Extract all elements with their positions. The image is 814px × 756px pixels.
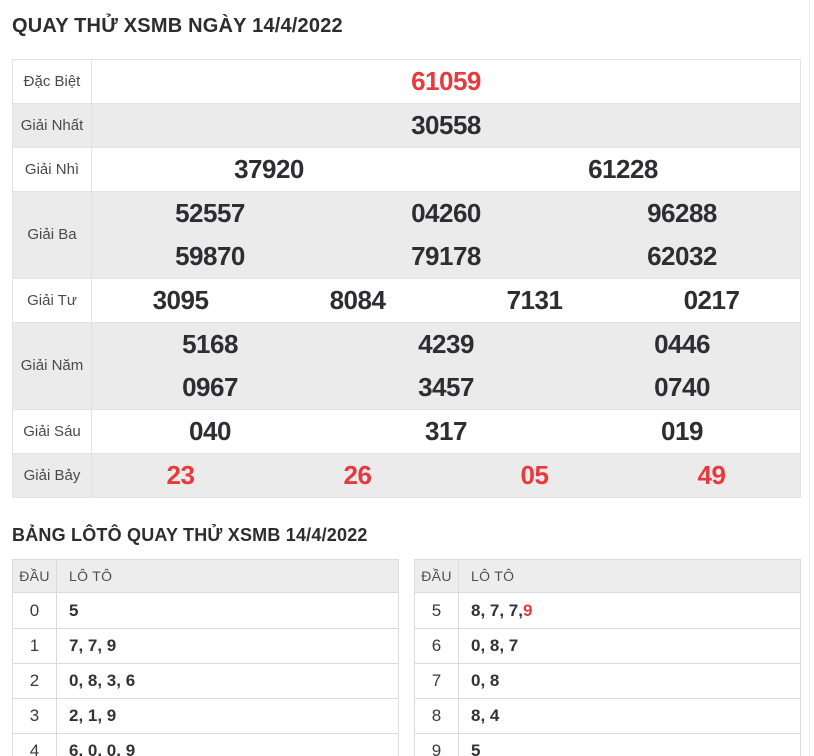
loto-row: 9 5 [415,733,800,756]
prize-number: 26 [343,460,372,490]
prize-number: 52557 [175,198,245,228]
dau-value: 3 [13,699,57,733]
prize-number: 3457 [418,372,474,402]
prize-number: 8084 [329,285,386,315]
prize-number: 3095 [152,285,209,315]
column-header-loto: LÔ TÔ [471,568,515,584]
loto-value: 0, 8 [471,671,500,690]
prize-values: 61059 [92,60,800,103]
prize-number: 79178 [411,241,481,271]
prize-number: 23 [166,460,195,490]
prize-number: 37920 [234,154,304,184]
dau-value: 1 [13,629,57,663]
loto-section-title: BẢNG LÔTÔ QUAY THỬ XSMB 14/4/2022 [12,525,368,545]
prize-label: Đặc Biệt [13,60,92,103]
loto-value: 2, 1, 9 [69,706,117,725]
prize-row-giai-bay: Giải Bảy 23 26 05 49 [13,454,800,497]
loto-row: 3 2, 1, 9 [13,698,398,733]
loto-value: 5 [69,600,79,620]
prize-row-giai-nam: Giải Năm 5168 4239 0446 0967 3457 0740 [13,323,800,410]
loto-value: 7, 7, 9 [69,636,117,655]
column-header-dau: ĐẦU [415,560,459,592]
page-edge-divider [809,0,810,756]
prize-label: Giải Ba [13,192,92,278]
prize-values: 30558 [92,104,800,147]
loto-table-left: ĐẦU LÔ TÔ 0 5 1 7, 7, 9 2 0, 8, 3, 6 3 2… [12,559,399,756]
prize-row-giai-tu: Giải Tư 3095 8084 7131 0217 [13,279,800,323]
prize-number: 0967 [182,372,238,402]
loto-value-normal: 8, 7, 7, [471,600,523,620]
prize-label: Giải Nhất [13,104,92,147]
loto-row: 0 5 [13,593,398,628]
loto-tables: ĐẦU LÔ TÔ 0 5 1 7, 7, 9 2 0, 8, 3, 6 3 2… [12,559,801,756]
loto-table-header: ĐẦU LÔ TÔ [415,560,800,593]
prize-number: 0217 [683,285,740,315]
dau-value: 0 [13,593,57,628]
prize-values: 52557 04260 96288 59870 79178 62032 [92,192,800,278]
column-header-dau: ĐẦU [13,560,57,592]
loto-row: 2 0, 8, 3, 6 [13,663,398,698]
prize-number: 7131 [506,285,563,315]
prize-values: 37920 61228 [92,148,800,191]
dau-value: 6 [415,629,459,663]
dau-value: 2 [13,664,57,698]
loto-value: 8, 7, 7, 9 [459,593,800,628]
prize-row-giai-nhi: Giải Nhì 37920 61228 [13,148,800,192]
prize-label: Giải Nhì [13,148,92,191]
prize-row-dac-biet: Đặc Biệt 61059 [13,60,800,104]
prize-number: 5168 [182,329,238,359]
prize-row-giai-nhat: Giải Nhất 30558 [13,104,800,148]
prize-number: 30558 [411,110,481,140]
prize-row-giai-ba: Giải Ba 52557 04260 96288 59870 79178 62… [13,192,800,279]
prize-number: 49 [697,460,726,490]
dau-value: 9 [415,734,459,756]
prize-label: Giải Bảy [13,454,92,497]
prize-number: 04260 [411,198,481,228]
dau-value: 4 [13,734,57,756]
prize-number: 4239 [418,329,474,359]
loto-row: 6 0, 8, 7 [415,628,800,663]
prize-row-giai-sau: Giải Sáu 040 317 019 [13,410,800,454]
dau-value: 7 [415,664,459,698]
loto-row: 8 8, 4 [415,698,800,733]
prize-values: 3095 8084 7131 0217 [92,279,800,322]
loto-value: 6, 0, 0, 9 [69,741,136,756]
results-table: Đặc Biệt 61059 Giải Nhất 30558 Giải Nhì … [12,59,801,498]
loto-value: 0, 8, 7 [471,636,519,655]
prize-number: 0446 [654,329,710,359]
loto-table-right: ĐẦU LÔ TÔ 5 8, 7, 7, 9 6 0, 8, 7 7 0, 8 … [414,559,801,756]
prize-number: 05 [520,460,549,490]
dau-value: 8 [415,699,459,733]
loto-value: 5 [471,741,481,756]
prize-number: 317 [425,416,467,446]
prize-values: 040 317 019 [92,410,800,453]
prize-number: 62032 [647,241,717,271]
loto-row: 7 0, 8 [415,663,800,698]
loto-value-highlighted: 9 [522,600,533,620]
column-header-loto: LÔ TÔ [69,568,113,584]
dau-value: 5 [415,593,459,628]
prize-number: 96288 [647,198,717,228]
loto-row: 1 7, 7, 9 [13,628,398,663]
prize-label: Giải Năm [13,323,92,409]
prize-values: 5168 4239 0446 0967 3457 0740 [92,323,800,409]
loto-table-header: ĐẦU LÔ TÔ [13,560,398,593]
loto-row: 5 8, 7, 7, 9 [415,593,800,628]
page-title: QUAY THỬ XSMB NGÀY 14/4/2022 [12,15,343,37]
prize-label: Giải Tư [13,279,92,322]
loto-row: 4 6, 0, 0, 9 [13,733,398,756]
prize-number: 61059 [411,66,481,96]
prize-label: Giải Sáu [13,410,92,453]
prize-number: 61228 [588,154,658,184]
prize-number: 040 [189,416,231,446]
loto-value: 8, 4 [471,706,500,725]
prize-values: 23 26 05 49 [92,454,800,497]
loto-value: 0, 8, 3, 6 [69,671,136,690]
prize-number: 019 [661,416,703,446]
prize-number: 0740 [654,372,710,402]
lottery-results-page: QUAY THỬ XSMB NGÀY 14/4/2022 Đặc Biệt 61… [0,0,814,756]
prize-number: 59870 [175,241,245,271]
